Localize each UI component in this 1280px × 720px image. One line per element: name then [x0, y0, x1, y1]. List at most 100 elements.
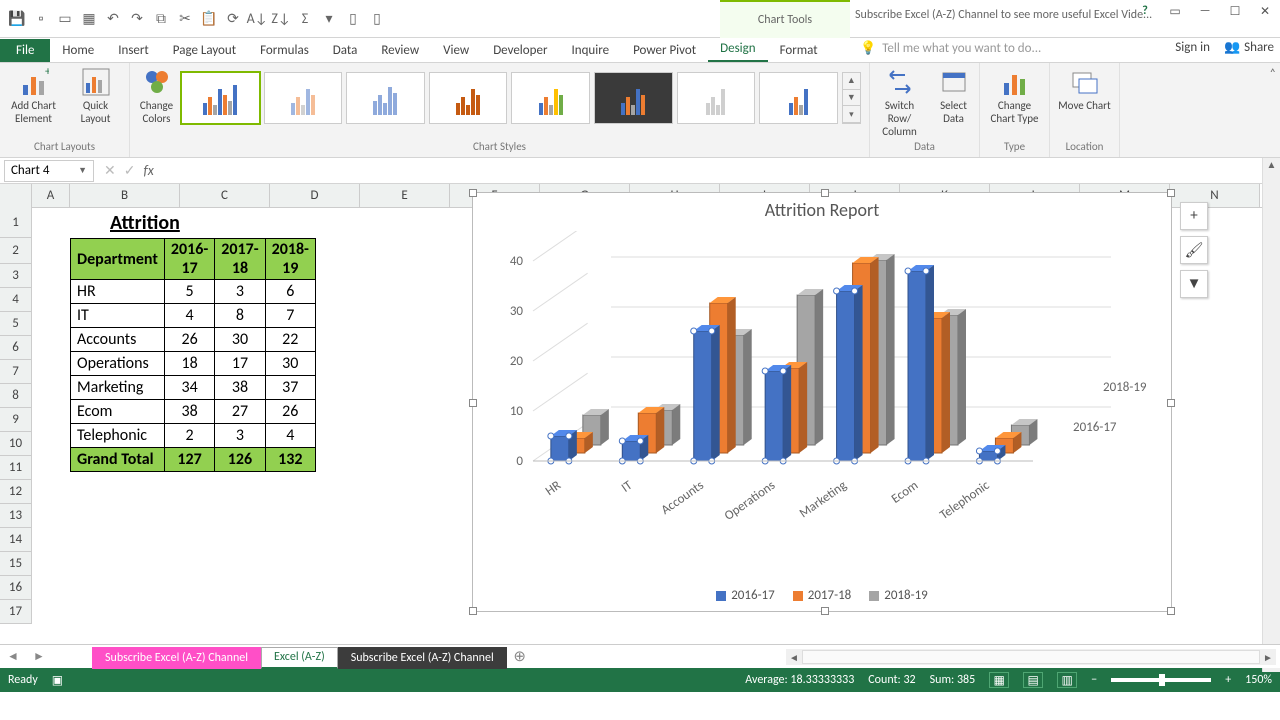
- switch-row-column-button[interactable]: Switch Row/ Column: [874, 67, 926, 138]
- macro-record-icon[interactable]: ▣: [52, 673, 63, 688]
- row-header-5[interactable]: 5: [0, 312, 32, 336]
- chart-styles-gallery[interactable]: ▲▼▾: [181, 67, 861, 129]
- worksheet-grid[interactable]: ABCDEFGHIJKLMN 1234567891011121314151617…: [0, 184, 1280, 644]
- table-header[interactable]: 2018-19: [265, 239, 315, 280]
- bar[interactable]: [622, 441, 640, 461]
- tab-data[interactable]: Data: [321, 39, 370, 62]
- quick-layout-button[interactable]: Quick Layout: [68, 67, 124, 125]
- chart-style-2[interactable]: [264, 72, 343, 124]
- row-header-3[interactable]: 3: [0, 264, 32, 288]
- bar[interactable]: [551, 436, 569, 461]
- cancel-formula-icon[interactable]: ✕: [104, 162, 116, 179]
- chart-filters-button[interactable]: ▼: [1180, 270, 1208, 298]
- scroll-up-arrow-icon[interactable]: ▲: [1263, 158, 1280, 174]
- copy-icon[interactable]: ⧉: [150, 8, 172, 30]
- table-cell-dept[interactable]: Telephonic: [71, 424, 165, 448]
- chart-plot-area[interactable]: 010203040HRITAccountsOperationsMarketing…: [473, 231, 1173, 571]
- bar[interactable]: [837, 291, 855, 461]
- change-chart-type-button[interactable]: Change Chart Type: [987, 67, 1043, 125]
- table-header[interactable]: 2016-17: [164, 239, 214, 280]
- row-header-10[interactable]: 10: [0, 432, 32, 456]
- help-icon[interactable]: ?: [1130, 0, 1160, 22]
- zoom-level[interactable]: 150%: [1245, 673, 1272, 687]
- table-cell-value[interactable]: 6: [265, 280, 315, 304]
- row-header-4[interactable]: 4: [0, 288, 32, 312]
- add-chart-element-button[interactable]: + Add Chart Element: [6, 67, 62, 125]
- undo-icon[interactable]: ↶: [102, 8, 124, 30]
- row-header-1[interactable]: 1: [0, 208, 32, 238]
- name-box-dropdown-icon[interactable]: ▼: [78, 165, 87, 176]
- tab-review[interactable]: Review: [369, 39, 431, 62]
- zoom-in-button[interactable]: +: [1225, 673, 1231, 687]
- row-header-12[interactable]: 12: [0, 480, 32, 504]
- table-cell-value[interactable]: 38: [215, 376, 265, 400]
- chart-style-6[interactable]: [594, 72, 673, 124]
- sheet-tab-1[interactable]: Subscribe Excel (A-Z) Channel: [92, 647, 261, 669]
- table-cell-dept[interactable]: Accounts: [71, 328, 165, 352]
- table-cell-dept[interactable]: IT: [71, 304, 165, 328]
- column-header-B[interactable]: B: [70, 184, 180, 207]
- sign-in-link[interactable]: Sign in: [1175, 40, 1210, 55]
- cut-icon[interactable]: ✂: [174, 8, 196, 30]
- ribbon-display-icon[interactable]: ▭: [1160, 0, 1190, 22]
- redo-icon[interactable]: ↷: [126, 8, 148, 30]
- share-button[interactable]: 👥 Share: [1224, 40, 1274, 55]
- normal-view-icon[interactable]: ▦: [989, 672, 1009, 688]
- doc-icon[interactable]: ▯: [366, 8, 388, 30]
- chart-object[interactable]: Attrition Report 010203040HRITAccountsOp…: [472, 192, 1172, 612]
- page-icon[interactable]: ▯: [342, 8, 364, 30]
- open-icon[interactable]: ▭: [54, 8, 76, 30]
- table-cell-grand[interactable]: 127: [164, 448, 214, 472]
- table-cell-value[interactable]: 30: [215, 328, 265, 352]
- sheet-tab-2[interactable]: Excel (A-Z): [261, 647, 338, 669]
- bar[interactable]: [765, 371, 783, 461]
- expand-gallery-icon[interactable]: ▾: [843, 106, 860, 123]
- row-header-14[interactable]: 14: [0, 528, 32, 552]
- table-header[interactable]: Department: [71, 239, 165, 280]
- table-cell-value[interactable]: 34: [164, 376, 214, 400]
- row-header-11[interactable]: 11: [0, 456, 32, 480]
- table-cell-value[interactable]: 18: [164, 352, 214, 376]
- tab-view[interactable]: View: [431, 39, 481, 62]
- table-cell-value[interactable]: 4: [164, 304, 214, 328]
- zoom-out-button[interactable]: −: [1091, 673, 1097, 687]
- chart-title[interactable]: Attrition Report: [473, 193, 1171, 221]
- more-icon[interactable]: ▾: [318, 8, 340, 30]
- accept-formula-icon[interactable]: ✓: [124, 162, 136, 179]
- page-break-view-icon[interactable]: ▥: [1057, 672, 1077, 688]
- column-header-A[interactable]: A: [32, 184, 70, 207]
- new-sheet-button[interactable]: ⊕: [507, 647, 533, 666]
- table-cell-value[interactable]: 3: [215, 280, 265, 304]
- autosum-icon[interactable]: Σ: [294, 8, 316, 30]
- refresh-icon[interactable]: ⟳: [222, 8, 244, 30]
- column-header-D[interactable]: D: [270, 184, 360, 207]
- chart-style-1[interactable]: [181, 72, 260, 124]
- scroll-up-icon[interactable]: ▲: [843, 73, 860, 90]
- formula-input[interactable]: [164, 160, 1256, 182]
- table-cell-value[interactable]: 27: [215, 400, 265, 424]
- table-cell-value[interactable]: 26: [265, 400, 315, 424]
- tab-inquire[interactable]: Inquire: [559, 39, 621, 62]
- sort-desc-icon[interactable]: Z↓: [270, 8, 292, 30]
- table-cell-grand-label[interactable]: Grand Total: [71, 448, 165, 472]
- minimize-icon[interactable]: —: [1190, 0, 1220, 22]
- row-header-2[interactable]: 2: [0, 238, 32, 264]
- scroll-left-arrow-icon[interactable]: ◄: [786, 651, 802, 664]
- row-header-15[interactable]: 15: [0, 552, 32, 576]
- table-cell-value[interactable]: 37: [265, 376, 315, 400]
- new-file-icon[interactable]: ▫: [30, 8, 52, 30]
- row-header-9[interactable]: 9: [0, 408, 32, 432]
- close-icon[interactable]: ✕: [1250, 0, 1280, 22]
- chart-styles-button[interactable]: 🖌: [1180, 236, 1208, 264]
- table-cell-value[interactable]: 3: [215, 424, 265, 448]
- table-cell-value[interactable]: 30: [265, 352, 315, 376]
- row-header-17[interactable]: 17: [0, 600, 32, 624]
- horizontal-scrollbar[interactable]: ◄ ►: [786, 649, 1276, 665]
- row-header-6[interactable]: 6: [0, 336, 32, 360]
- maximize-icon[interactable]: ☐: [1220, 0, 1250, 22]
- tab-home[interactable]: Home: [50, 39, 106, 62]
- table-cell-value[interactable]: 22: [265, 328, 315, 352]
- bar[interactable]: [908, 271, 926, 461]
- table-cell-value[interactable]: 8: [215, 304, 265, 328]
- tab-developer[interactable]: Developer: [481, 39, 559, 62]
